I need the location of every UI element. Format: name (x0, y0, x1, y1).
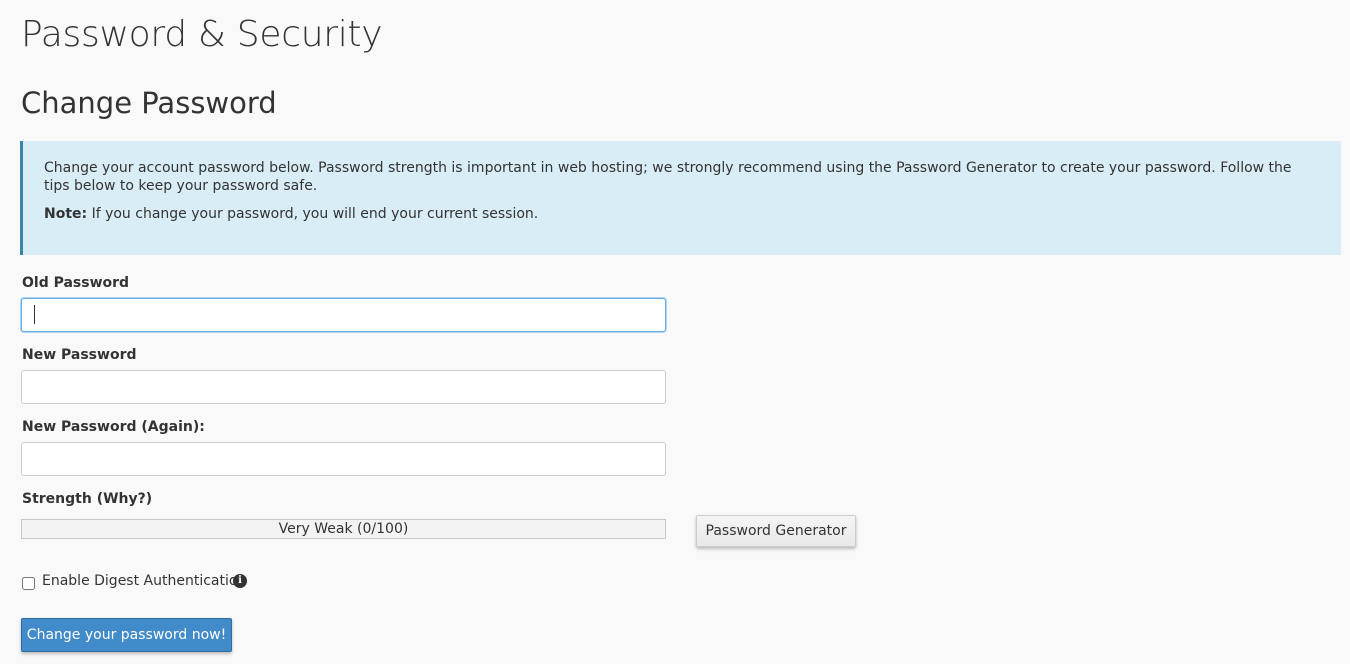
new-password-input[interactable] (21, 370, 666, 404)
old-password-label: Old Password (22, 275, 130, 291)
note-label: Note: (44, 206, 88, 222)
strength-label[interactable]: Strength (Why?) (22, 491, 152, 507)
page-title: Password & Security (21, 14, 383, 55)
new-password-again-label: New Password (Again): (22, 419, 205, 435)
info-callout: Change your account password below. Pass… (20, 141, 1341, 255)
password-generator-button[interactable]: Password Generator (696, 515, 856, 547)
change-password-button[interactable]: Change your password now! (21, 618, 232, 652)
info-circle-icon[interactable]: i (233, 574, 247, 588)
digest-auth-checkbox[interactable] (22, 577, 35, 590)
text-caret (34, 305, 35, 324)
password-strength-meter: Very Weak (0/100) (21, 519, 666, 539)
old-password-input[interactable] (21, 298, 666, 332)
note-text: If you change your password, you will en… (87, 206, 539, 222)
page: Password & Security Change Password Chan… (0, 0, 1350, 664)
strength-text: Very Weak (0/100) (278, 521, 409, 537)
info-message: Change your account password below. Pass… (44, 160, 1292, 194)
info-note: Note: If you change your password, you w… (44, 205, 1301, 223)
new-password-again-input[interactable] (21, 442, 666, 476)
digest-auth-label[interactable]: Enable Digest Authentication (42, 573, 246, 589)
section-title: Change Password (21, 86, 277, 120)
new-password-label: New Password (22, 347, 137, 363)
